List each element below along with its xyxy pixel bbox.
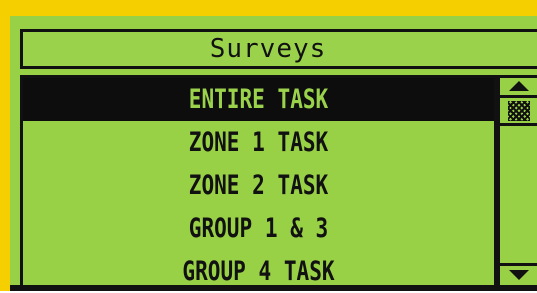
list-item-label: ENTIRE TASK bbox=[188, 84, 329, 115]
survey-list: ENTIRE TASK ZONE 1 TASK ZONE 2 TASK GROU… bbox=[20, 75, 497, 287]
title-bar: Surveys bbox=[20, 29, 537, 69]
bottom-edge bbox=[10, 285, 537, 291]
list-item-label: ZONE 2 TASK bbox=[188, 170, 329, 201]
list-item-entire-task[interactable]: ENTIRE TASK bbox=[23, 78, 494, 121]
survey-list-items: ENTIRE TASK ZONE 1 TASK ZONE 2 TASK GROU… bbox=[23, 78, 494, 293]
scrollbar-thumb[interactable] bbox=[508, 101, 530, 121]
page-title: Surveys bbox=[209, 34, 327, 64]
list-item-group-1-3[interactable]: GROUP 1 & 3 bbox=[23, 207, 494, 250]
arrow-down-icon[interactable] bbox=[500, 263, 537, 285]
list-item-zone-1-task[interactable]: ZONE 1 TASK bbox=[23, 121, 494, 164]
list-item-label: ZONE 1 TASK bbox=[188, 127, 329, 158]
arrow-up-icon[interactable] bbox=[500, 78, 537, 98]
list-item-label: GROUP 1 & 3 bbox=[188, 213, 329, 244]
list-item-zone-2-task[interactable]: ZONE 2 TASK bbox=[23, 164, 494, 207]
scrollbar-track[interactable] bbox=[500, 123, 537, 263]
scrollbar[interactable] bbox=[497, 75, 537, 285]
